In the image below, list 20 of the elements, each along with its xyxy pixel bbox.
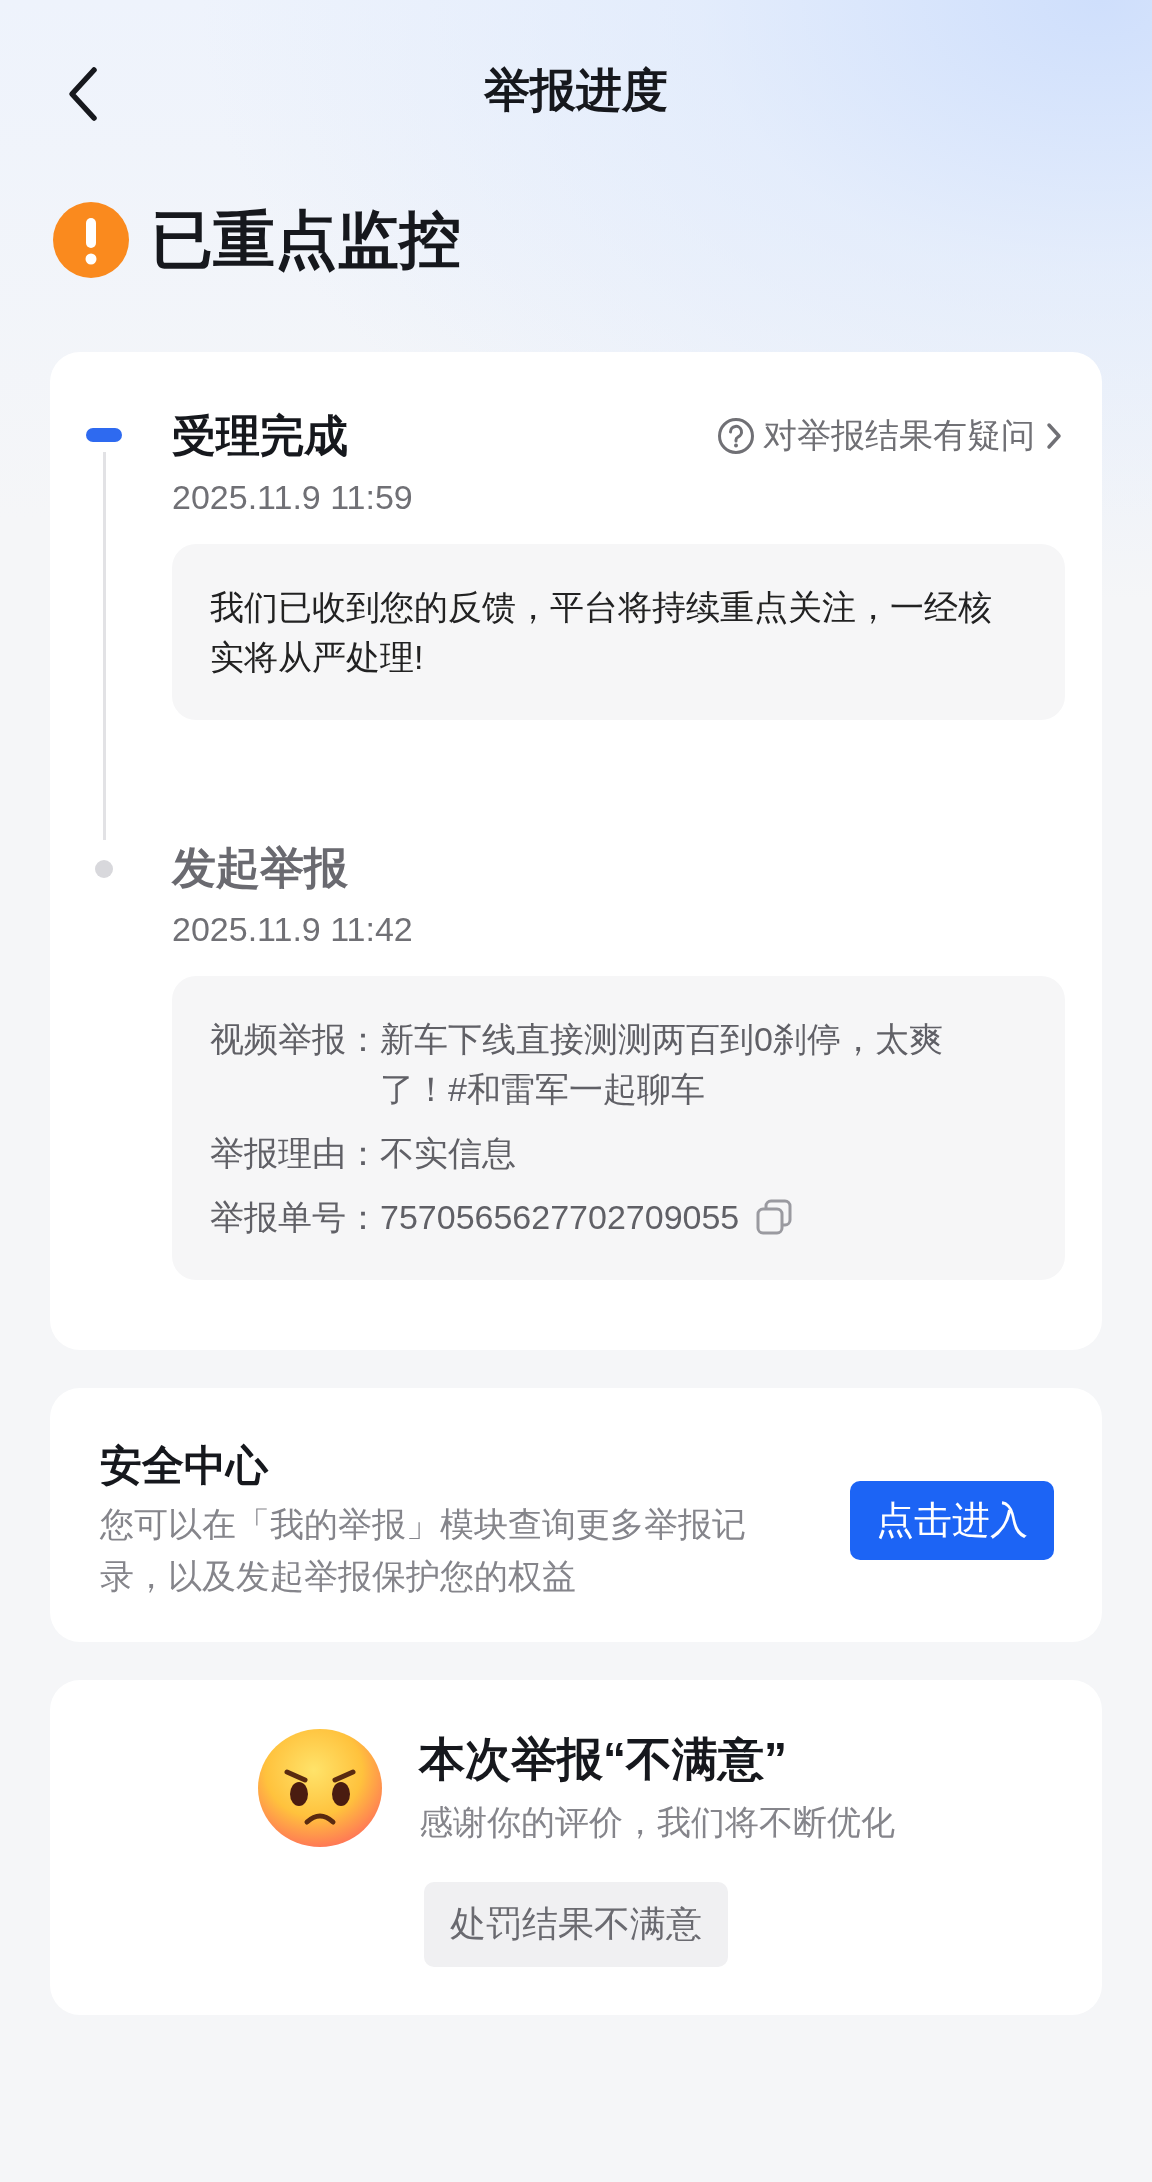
step-title: 受理完成 (172, 410, 348, 462)
detail-value: 不实信息 (380, 1133, 516, 1174)
detail-value: 新车下线直接测测两百到0刹停，太爽了！#和雷军一起聊车 (380, 1019, 944, 1110)
card-description: 您可以在「我的举报」模块查询更多举报记录，以及发起举报保护您的权益 (100, 1504, 747, 1597)
query-link[interactable]: 对举报结果有疑问 (717, 413, 1065, 459)
enter-button[interactable]: 点击进入 (850, 1480, 1054, 1560)
status-title: 已重点监控 (151, 204, 461, 276)
detail-label: 视频举报： (210, 1019, 380, 1060)
message-text: 我们已收到您的反馈，平台将持续重点关注，一经核实将从严处理! (210, 587, 993, 678)
detail-value: 7570565627702709055 (380, 1197, 740, 1238)
dissatisfied-button[interactable]: 处罚结果不满意 (424, 1882, 728, 1967)
detail-label: 举报理由： (210, 1133, 380, 1174)
step-time: 2025.11.9 11:42 (172, 909, 414, 950)
rating-subtitle: 感谢你的评价，我们将不断优化 (419, 1802, 895, 1843)
step-title: 发起举报 (172, 842, 348, 894)
page-title: 举报进度 (484, 63, 668, 118)
step-time: 2025.11.9 11:59 (172, 477, 414, 518)
rating-title: 本次举报“不满意” (419, 1732, 788, 1787)
detail-label: 举报单号： (210, 1197, 380, 1238)
card-title: 安全中心 (100, 1441, 270, 1491)
